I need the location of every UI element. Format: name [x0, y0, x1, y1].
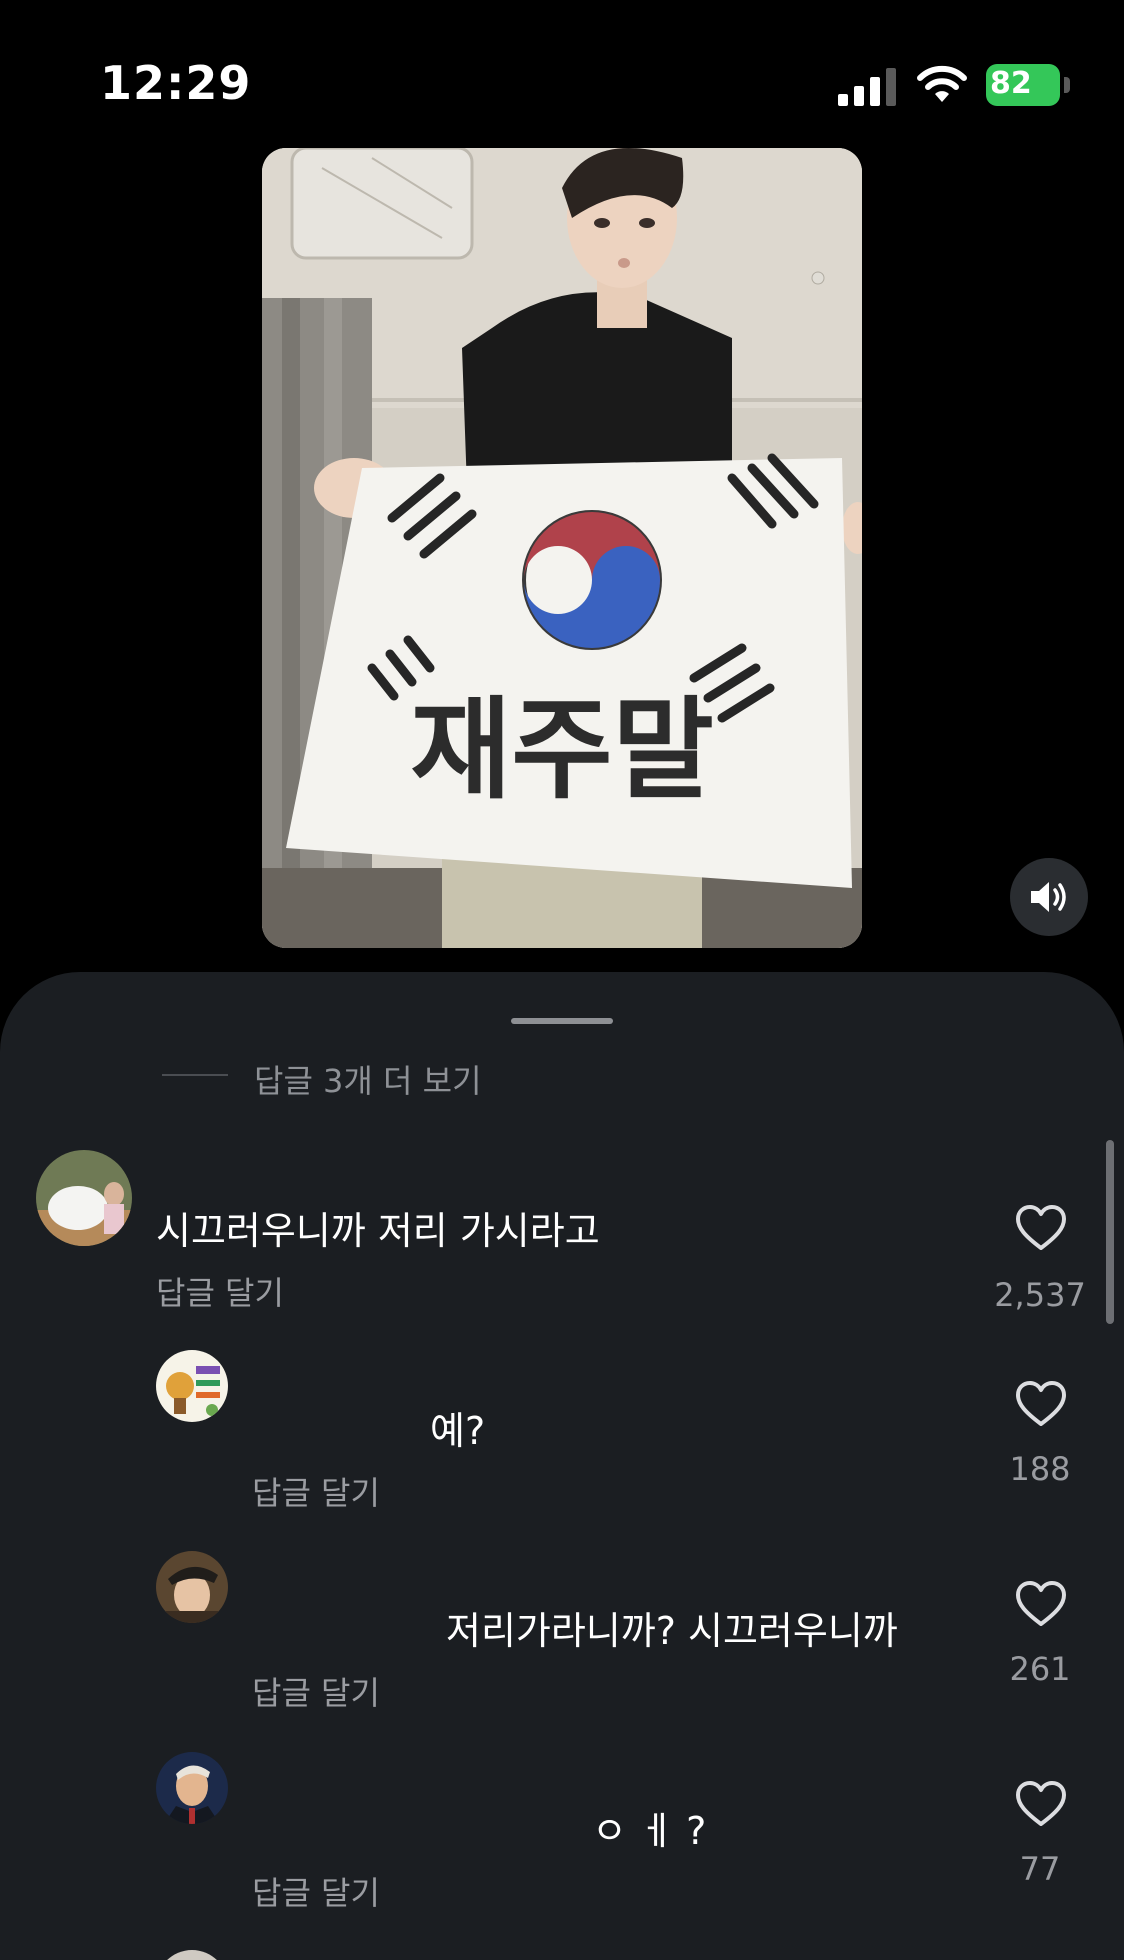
white-dog-avatar-icon [36, 1150, 132, 1246]
battery-level: 82 [990, 66, 1032, 101]
sound-toggle-button[interactable] [1010, 858, 1088, 936]
comments-sheet: 답글 3개 더 보기 시끄러우니까 저리 가시라고 답글 달기 2,537 예?… [0, 972, 1124, 1960]
flag-sign-text: 재주말 [410, 686, 714, 814]
battery-indicator: 82 [986, 64, 1070, 106]
reply-button[interactable]: 답글 달기 [252, 1468, 380, 1514]
comment-text: 저리가라니까? 시끄러우니까 [446, 1609, 898, 1653]
comment-text: 시끄러우니까 저리 가시라고 [156, 1209, 600, 1253]
screen: 12:29 82 재주말 답글 3개 더 보기 시끄러우니까 저리 가시라고 답… [0, 0, 1124, 1960]
cap-person-avatar-icon [156, 1551, 228, 1623]
suit-person-avatar-icon [156, 1752, 228, 1824]
commenter-avatar[interactable] [36, 1150, 132, 1246]
reply-button[interactable]: 답글 달기 [252, 1668, 380, 1714]
sheet-drag-handle[interactable] [511, 1018, 613, 1024]
like-heart-icon[interactable] [1015, 1380, 1067, 1428]
commenter-avatar[interactable] [156, 1551, 228, 1623]
commenter-avatar[interactable] [156, 1350, 228, 1422]
like-heart-icon[interactable] [1015, 1204, 1067, 1252]
like-heart-icon[interactable] [1015, 1780, 1067, 1828]
comment-text: 예? [430, 1409, 486, 1453]
like-heart-icon[interactable] [1015, 1580, 1067, 1628]
status-time: 12:29 [100, 56, 252, 110]
scrollbar[interactable] [1106, 1140, 1114, 1324]
video-player[interactable]: 재주말 [262, 148, 862, 948]
cellular-signal-icon [838, 68, 896, 106]
reply-button[interactable]: 답글 달기 [252, 1868, 380, 1914]
status-bar: 12:29 82 [0, 0, 1124, 140]
sticker-avatar-icon [156, 1350, 228, 1422]
like-count: 77 [1019, 1850, 1061, 1888]
like-count: 188 [1009, 1450, 1071, 1488]
comment-text: ㅇ ㅔ ? [592, 1809, 707, 1853]
speaker-on-icon [1031, 882, 1066, 912]
commenter-avatar[interactable] [156, 1752, 228, 1824]
battery-cap [1064, 77, 1070, 93]
reply-button[interactable]: 답글 달기 [156, 1268, 284, 1314]
like-count: 261 [1009, 1650, 1071, 1688]
like-count: 2,537 [994, 1276, 1086, 1314]
view-more-replies-button[interactable]: 답글 3개 더 보기 [254, 1056, 482, 1102]
more-replies-line [162, 1074, 228, 1076]
commenter-avatar[interactable] [156, 1950, 228, 1960]
wifi-icon [917, 65, 967, 102]
video-frame-illustration: 재주말 [262, 148, 862, 948]
